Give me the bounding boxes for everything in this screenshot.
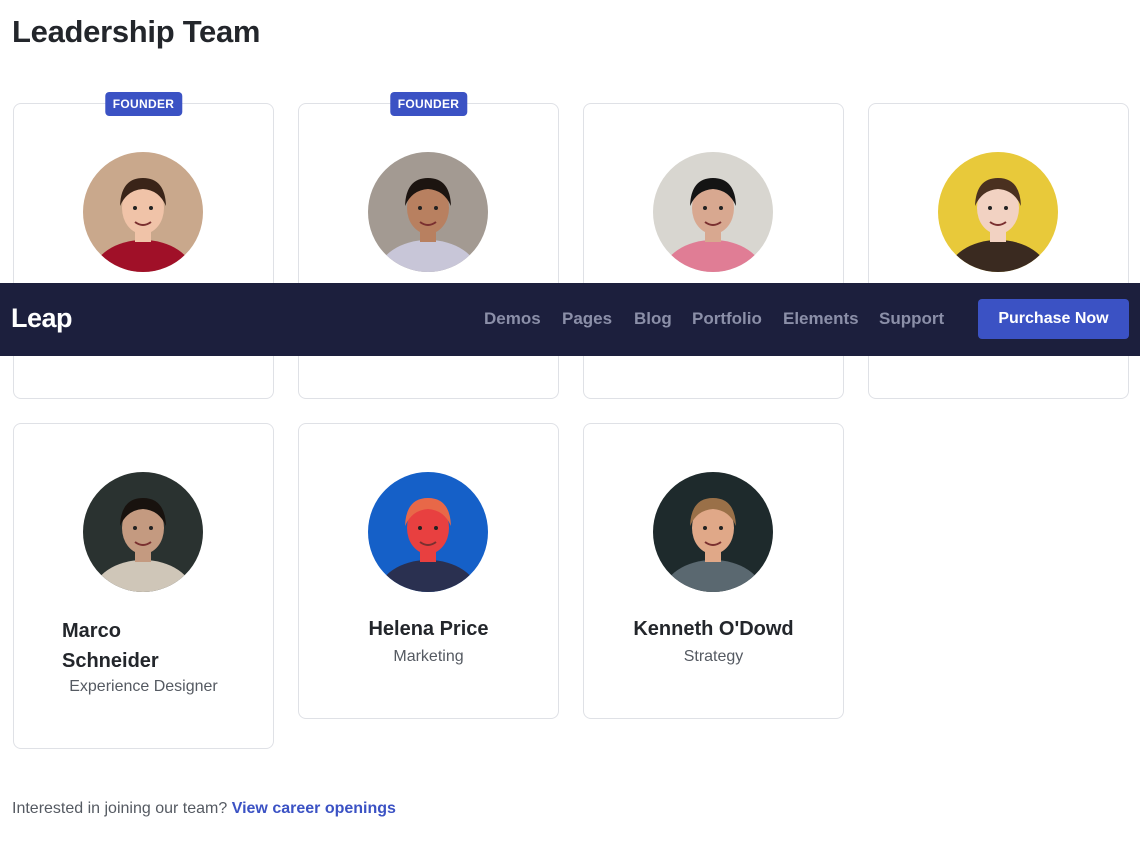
member-role: Marketing: [393, 648, 464, 665]
nav-item-pages[interactable]: Pages: [562, 309, 612, 329]
page-title: Leadership Team: [12, 14, 261, 49]
team-card-6: Helena Price Marketing: [298, 423, 559, 719]
top-navbar: Leap Demos Pages Blog Portfolio Elements…: [0, 283, 1140, 356]
nav-item-elements[interactable]: Elements: [783, 309, 859, 329]
member-name: Kenneth O'Dowd: [633, 618, 794, 640]
member-role: Strategy: [683, 648, 744, 665]
avatar: [368, 152, 488, 272]
avatar: [653, 152, 773, 272]
founder-badge: FOUNDER: [104, 92, 183, 116]
nav-item-blog[interactable]: Blog: [634, 309, 672, 329]
careers-prompt: Interested in joining our team? View car…: [12, 800, 396, 818]
team-card-7: Kenneth O'Dowd Strategy: [583, 423, 844, 719]
avatar: [83, 152, 203, 272]
nav-item-support[interactable]: Support: [879, 309, 944, 329]
purchase-now-button[interactable]: Purchase Now: [978, 299, 1129, 339]
view-career-openings-link[interactable]: View career openings: [232, 800, 396, 817]
nav-item-demos[interactable]: Demos: [484, 309, 541, 329]
avatar: [938, 152, 1058, 272]
member-name: Helena Price: [368, 618, 489, 640]
team-card-5: Marco Schneider Experience Designer: [13, 423, 274, 749]
member-name: Marco Schneider: [62, 620, 159, 672]
nav-item-portfolio[interactable]: Portfolio: [692, 309, 762, 329]
careers-text: Interested in joining our team?: [12, 800, 228, 817]
founder-badge: FOUNDER: [389, 92, 468, 116]
member-role: Experience Designer: [69, 678, 218, 695]
brand-logo[interactable]: Leap: [11, 303, 73, 334]
avatar: [83, 472, 203, 592]
avatar: [368, 472, 488, 592]
avatar: [653, 472, 773, 592]
